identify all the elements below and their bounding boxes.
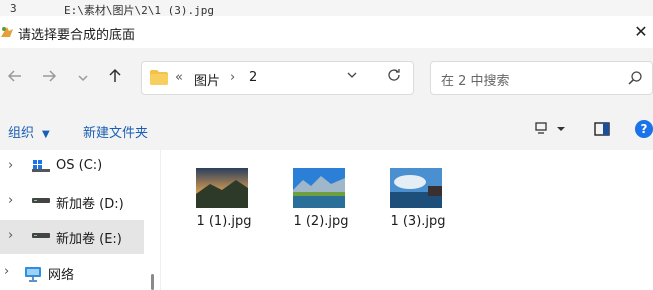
arrow-left-icon xyxy=(7,70,21,82)
preview-pane-button[interactable] xyxy=(594,121,610,141)
image-thumbnail xyxy=(390,168,442,208)
command-bar: 组织 ▼ 新建文件夹 ? xyxy=(0,110,653,150)
file-open-dialog: 请选择要合成的底面 ✕ « 图片 › 2 在 2 中搜索 组织 ▼ 新建文件夹 … xyxy=(0,16,653,290)
sidebar-item-network[interactable]: › 网络 xyxy=(0,256,144,290)
background-editor-line: 3 E:\素材\图片\2\1 (3).jpg xyxy=(0,0,653,17)
navigation-bar: « 图片 › 2 在 2 中搜索 xyxy=(0,48,653,110)
sidebar-item-label: 新加卷 (D:) xyxy=(56,197,124,212)
back-button[interactable] xyxy=(4,68,26,90)
breadcrumb-separator: › xyxy=(230,70,236,85)
preview-pane-icon xyxy=(594,122,610,136)
search-box[interactable]: 在 2 中搜索 xyxy=(430,61,653,95)
sidebar-item-e-drive[interactable]: › 新加卷 (E:) xyxy=(0,220,144,254)
sidebar-item-label: OS (C:) xyxy=(56,158,103,173)
search-placeholder: 在 2 中搜索 xyxy=(441,74,510,89)
breadcrumb-overflow[interactable]: « xyxy=(175,70,183,85)
image-thumbnail xyxy=(293,168,345,208)
file-name: 1 (1).jpg xyxy=(196,214,252,229)
file-item[interactable]: 1 (3).jpg xyxy=(373,168,463,248)
file-item[interactable]: 1 (1).jpg xyxy=(179,168,269,248)
navigation-pane: › OS (C:) › 新加卷 (D:) › 新加卷 (E:) › 网络 xyxy=(0,150,144,290)
recent-locations-button[interactable] xyxy=(72,68,94,90)
network-icon xyxy=(25,267,41,282)
address-bar[interactable]: « 图片 › 2 xyxy=(141,61,414,95)
refresh-button[interactable] xyxy=(386,67,402,87)
app-icon xyxy=(1,27,13,37)
organize-label: 组织 xyxy=(8,126,35,141)
arrow-up-icon xyxy=(109,68,121,82)
chevron-right-icon[interactable]: › xyxy=(8,228,13,243)
os-drive-icon xyxy=(32,160,50,172)
up-button[interactable] xyxy=(104,68,126,90)
help-button[interactable]: ? xyxy=(635,120,653,138)
title-bar: 请选择要合成的底面 ✕ xyxy=(0,16,653,48)
forward-button[interactable] xyxy=(38,68,60,90)
file-name: 1 (2).jpg xyxy=(293,214,349,229)
new-folder-button[interactable]: 新建文件夹 xyxy=(83,122,148,141)
file-list: 1 (1).jpg 1 (2).jpg 1 (3).jpg xyxy=(161,150,653,290)
sidebar-item-label: 网络 xyxy=(48,268,75,283)
arrow-right-icon xyxy=(43,70,57,82)
caret-down-icon: ▼ xyxy=(42,129,50,140)
chevron-right-icon[interactable]: › xyxy=(4,264,9,279)
organize-menu-button[interactable]: 组织 ▼ xyxy=(8,122,50,141)
sidebar-item-label: 新加卷 (E:) xyxy=(56,232,122,247)
sidebar-item-d-drive[interactable]: › 新加卷 (D:) xyxy=(0,185,144,219)
address-history-button[interactable] xyxy=(346,69,358,84)
chevron-right-icon[interactable]: › xyxy=(8,158,13,173)
chevron-down-icon xyxy=(347,72,357,78)
drive-icon xyxy=(32,198,50,203)
drive-icon xyxy=(32,233,50,238)
breadcrumb-item-2[interactable]: 2 xyxy=(249,70,257,85)
sidebar-item-c-drive[interactable]: › OS (C:) xyxy=(0,150,144,184)
image-thumbnail xyxy=(196,168,248,208)
file-item[interactable]: 1 (2).jpg xyxy=(276,168,366,248)
close-button[interactable]: ✕ xyxy=(629,20,653,44)
chevron-down-icon xyxy=(78,75,88,82)
sidebar-scrollbar[interactable] xyxy=(151,274,154,290)
line-number: 3 xyxy=(10,2,17,15)
folder-icon xyxy=(150,70,168,85)
breadcrumb-item-pictures[interactable]: 图片 xyxy=(194,70,220,89)
dialog-title: 请选择要合成的底面 xyxy=(18,28,136,43)
chevron-right-icon[interactable]: › xyxy=(8,193,13,208)
view-icon xyxy=(535,122,565,134)
search-icon xyxy=(628,71,642,85)
view-options-button[interactable] xyxy=(535,121,567,141)
refresh-icon xyxy=(388,69,400,81)
file-name: 1 (3).jpg xyxy=(390,214,446,229)
